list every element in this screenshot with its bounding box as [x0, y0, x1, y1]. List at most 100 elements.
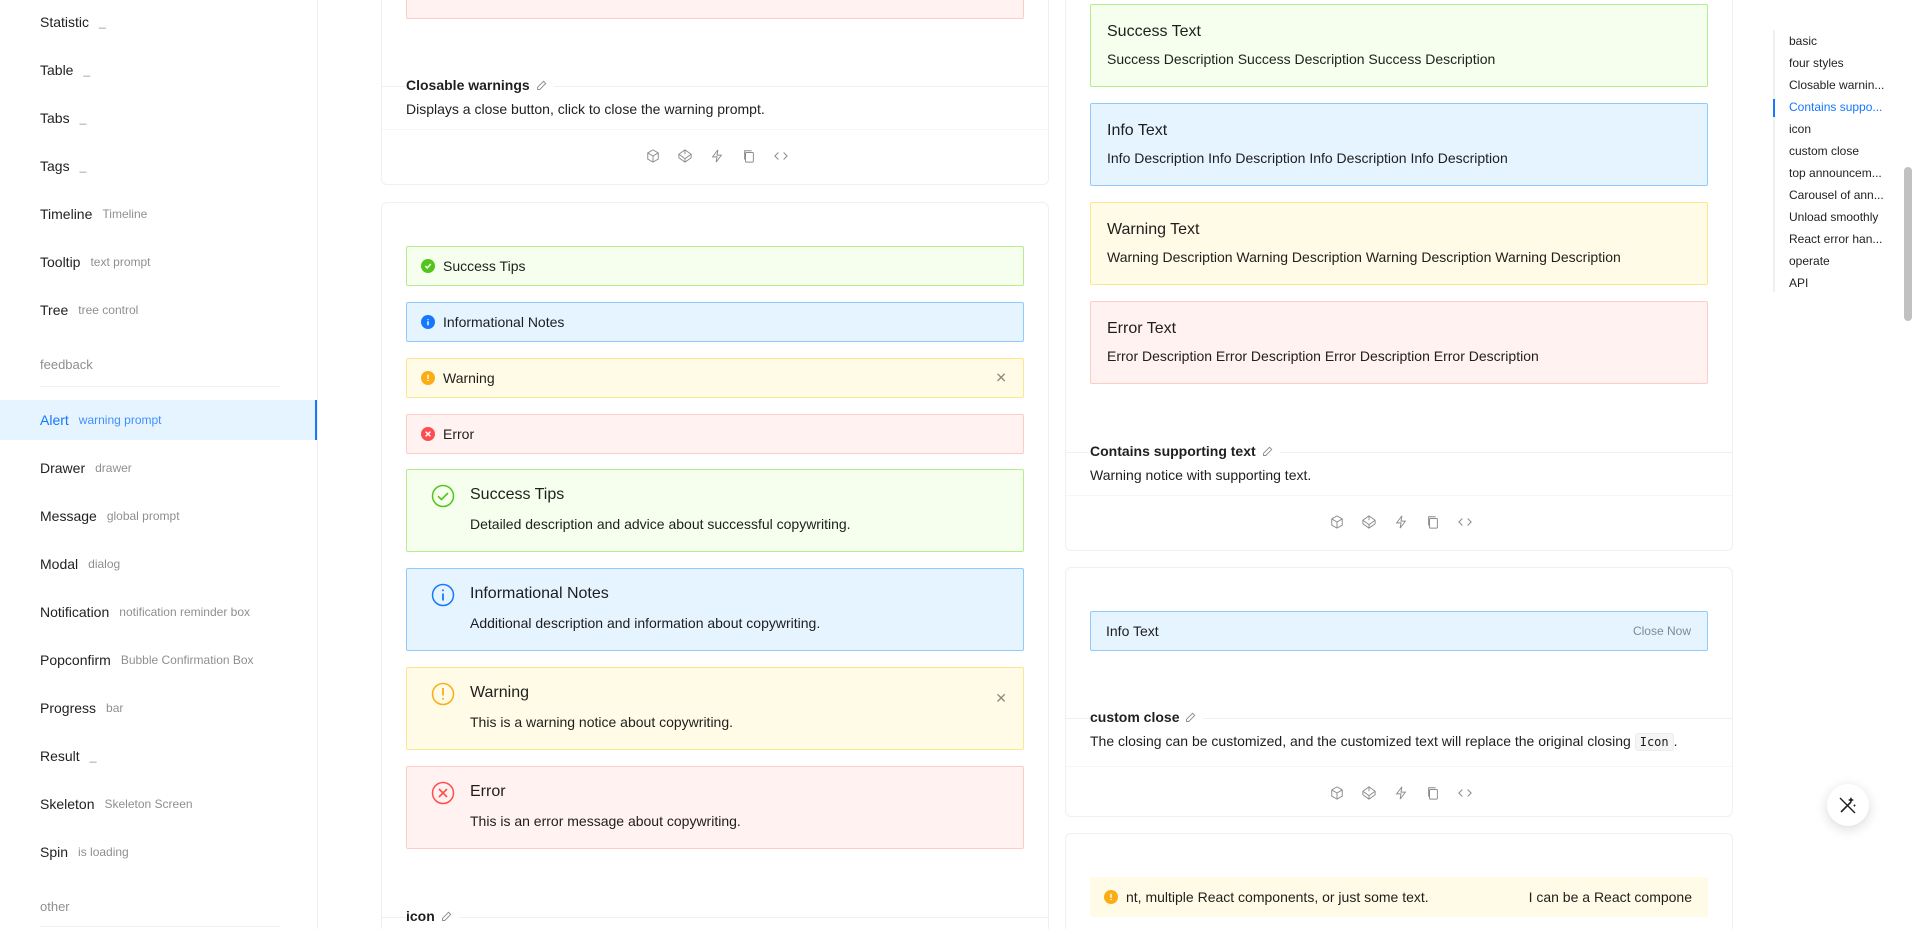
edit-icon[interactable] [1262, 445, 1274, 457]
sidebar-item-spin[interactable]: Spin is loading [0, 832, 316, 872]
anchor-link[interactable]: custom close [1789, 144, 1901, 158]
alert-title: Success Tips [470, 486, 565, 503]
copy-icon[interactable] [741, 148, 757, 164]
sidebar-item-subtitle: Timeline [102, 207, 148, 221]
alert-title: Success Text [1107, 23, 1201, 40]
sidebar-item-subtitle: dialog [88, 557, 121, 571]
sidebar-item-tags[interactable]: Tags _ [0, 146, 316, 186]
sidebar-item-result[interactable]: Result _ [0, 736, 316, 776]
alert-info-custom-close: Info Text Close Now [1090, 611, 1708, 651]
code-actions [1329, 785, 1473, 801]
edit-icon[interactable] [536, 79, 548, 91]
section-divider [382, 917, 1048, 918]
sidebar-item-subtitle: notification reminder box [119, 605, 250, 619]
codesandbox-icon[interactable] [645, 148, 661, 164]
alert-info-text: Info Text Info Description Info Descript… [1090, 103, 1708, 186]
sidebar-item-message[interactable]: Message global prompt [0, 496, 316, 536]
alert-description: This is a warning notice about copywriti… [470, 714, 734, 730]
anchor-link[interactable]: top announcem... [1789, 166, 1901, 180]
marquee-text: nt, multiple React components, or just s… [1126, 889, 1429, 905]
edit-icon[interactable] [441, 910, 453, 922]
close-icon[interactable]: ✕ [995, 690, 1007, 707]
edit-icon[interactable] [1185, 711, 1197, 723]
sidebar-item-tabs[interactable]: Tabs _ [0, 98, 316, 138]
anchor-link[interactable]: Closable warnin... [1789, 78, 1901, 92]
group-title-other: other [40, 899, 70, 914]
check-circle-icon [421, 259, 435, 273]
sidebar-item-statistic[interactable]: Statistic _ [0, 2, 316, 42]
demo-card-four-styles: Success Tips Informational Notes Warning… [381, 202, 1049, 929]
codesandbox-icon[interactable] [1329, 514, 1345, 530]
alert-title: Warning [470, 684, 529, 701]
demo-title-text: Closable warnings [406, 77, 530, 93]
exclamation-circle-icon [1104, 890, 1118, 904]
sidebar-item-modal[interactable]: Modal dialog [0, 544, 316, 584]
sidebar-item-label: Timeline [40, 206, 93, 222]
sidebar-item-label: Result [40, 748, 80, 764]
anchor-link[interactable]: Unload smoothly [1789, 210, 1901, 224]
demo-card-marquee: nt, multiple React components, or just s… [1065, 833, 1733, 929]
alert-message: Info Text [1106, 623, 1159, 639]
anchor-link[interactable]: React error han... [1789, 232, 1901, 246]
code-expand-icon[interactable] [1457, 514, 1473, 530]
alert-message: Error [443, 426, 475, 442]
section-divider [1066, 766, 1732, 767]
demo-title-text: Contains supporting text [1090, 443, 1256, 459]
sidebar-item-table[interactable]: Table _ [0, 50, 316, 90]
sidebar-item-subtitle: is loading [78, 845, 129, 859]
sidebar-item-subtitle: global prompt [106, 509, 180, 523]
copy-icon[interactable] [1425, 785, 1441, 801]
anchor-link[interactable]: Carousel of ann... [1789, 188, 1901, 202]
demo-title-icon: icon [406, 908, 459, 924]
stackblitz-icon[interactable] [1393, 785, 1409, 801]
marquee-text: I can be a React compone [1528, 889, 1692, 905]
description-text-end: . [1673, 733, 1678, 749]
alert-description: Error Description Error Description Erro… [1107, 348, 1539, 364]
sidebar-item-label: Message [40, 508, 97, 524]
anchor-link[interactable]: four styles [1789, 56, 1901, 70]
sidebar-item-tooltip[interactable]: Tooltip text prompt [0, 242, 316, 282]
codepen-icon[interactable] [677, 148, 693, 164]
sidebar-item-alert[interactable]: Alert warning prompt [0, 400, 317, 440]
code-actions [645, 148, 789, 164]
info-circle-icon [421, 315, 435, 329]
sidebar-item-subtitle: _ [83, 63, 91, 77]
codepen-icon[interactable] [1361, 514, 1377, 530]
stackblitz-icon[interactable] [1393, 514, 1409, 530]
alert-title: Error [470, 783, 506, 800]
copy-icon[interactable] [1425, 514, 1441, 530]
sidebar-item-label: Modal [40, 556, 79, 572]
sidebar-item-notification[interactable]: Notification notification reminder box [0, 592, 316, 632]
demo-title-text: custom close [1090, 709, 1180, 725]
anchor-link[interactable]: operate [1789, 254, 1901, 268]
exclamation-circle-icon [431, 682, 455, 706]
anchor-link[interactable]: icon [1789, 122, 1901, 136]
codesandbox-icon[interactable] [1329, 785, 1345, 801]
alert-message: Informational Notes [443, 314, 565, 330]
sidebar-item-progress[interactable]: Progress bar [0, 688, 316, 728]
alert-success-text: Success Text Success Description Success… [1090, 4, 1708, 87]
code-expand-icon[interactable] [773, 148, 789, 164]
sidebar-item-label: Popconfirm [40, 652, 111, 668]
sidebar-item-timeline[interactable]: Timeline Timeline [0, 194, 316, 234]
magic-wand-icon [1839, 797, 1856, 814]
alert-description: Info Description Info Description Info D… [1107, 150, 1508, 166]
close-icon[interactable]: ✕ [995, 370, 1007, 387]
codepen-icon[interactable] [1361, 785, 1377, 801]
theme-switch-button[interactable] [1827, 784, 1869, 826]
sidebar-item-drawer[interactable]: Drawer drawer [0, 448, 316, 488]
sidebar-item-tree[interactable]: Tree tree control [0, 290, 316, 330]
anchor-link[interactable]: API [1789, 276, 1901, 290]
demo-card-custom-close: Info Text Close Now custom close The clo… [1065, 567, 1733, 817]
section-divider [382, 129, 1048, 130]
close-now-button[interactable]: Close Now [1633, 624, 1691, 638]
sidebar-item-skeleton[interactable]: Skeleton Skeleton Screen [0, 784, 316, 824]
stackblitz-icon[interactable] [709, 148, 725, 164]
anchor-link-active[interactable]: Contains suppo... [1789, 100, 1901, 114]
code-expand-icon[interactable] [1457, 785, 1473, 801]
sidebar-item-popconfirm[interactable]: Popconfirm Bubble Confirmation Box [0, 640, 316, 680]
anchor-link[interactable]: basic [1789, 34, 1901, 48]
alert-warning-with-description: Warning This is a warning notice about c… [406, 667, 1024, 750]
demo-card-closable: Closable warnings Displays a close butto… [381, 0, 1049, 185]
page-scrollbar[interactable] [1904, 167, 1912, 321]
